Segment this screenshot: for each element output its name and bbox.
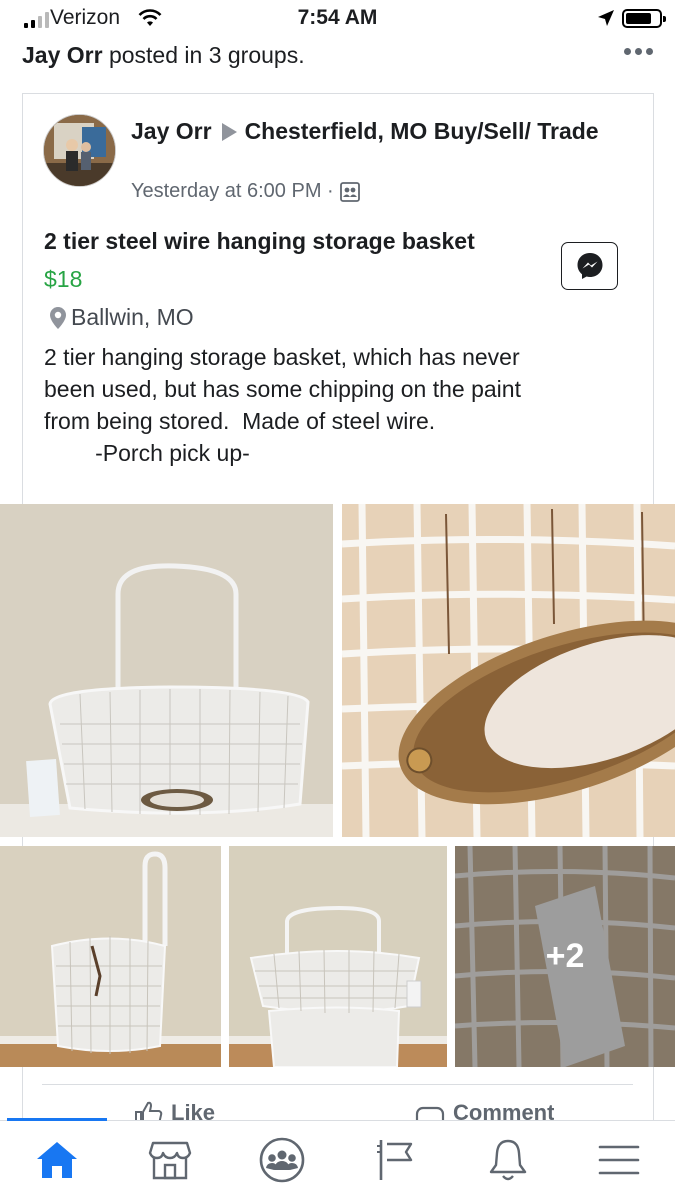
post-timestamp-row: Yesterday at 6:00 PM · xyxy=(131,180,360,203)
location-pin-icon xyxy=(50,306,66,329)
arrow-right-icon xyxy=(221,123,237,141)
more-options-icon[interactable] xyxy=(624,48,653,55)
groups-icon xyxy=(259,1137,305,1183)
tab-groups[interactable] xyxy=(257,1135,307,1185)
menu-icon xyxy=(598,1145,640,1175)
group-audience-icon xyxy=(339,181,360,202)
share-header: Jay Orr posted in 3 groups. xyxy=(22,42,305,69)
clock: 7:54 AM xyxy=(297,6,378,29)
description-line: -Porch pick up- xyxy=(44,440,250,466)
active-tab-indicator xyxy=(7,1118,107,1121)
listing-price: $18 xyxy=(44,266,83,292)
tab-home[interactable] xyxy=(32,1135,82,1185)
tab-menu[interactable] xyxy=(594,1135,644,1185)
group-name[interactable]: Chesterfield, MO Buy/Sell/ Trade xyxy=(245,118,599,144)
post-author-name[interactable]: Jay Orr xyxy=(131,118,212,144)
pages-flag-icon xyxy=(377,1140,413,1180)
description-line: 2 tier hanging storage basket, which has… xyxy=(44,344,520,370)
listing-title: 2 tier steel wire hanging storage basket xyxy=(44,228,475,254)
post-timestamp[interactable]: Yesterday at 6:00 PM · xyxy=(131,180,334,203)
avatar[interactable] xyxy=(43,114,116,187)
post-header-text: Jay Orr Chesterfield, MO Buy/Sell/ Trade xyxy=(131,116,601,147)
location-text: Ballwin, MO xyxy=(71,304,194,330)
share-author[interactable]: Jay Orr xyxy=(22,42,103,68)
tab-marketplace[interactable] xyxy=(145,1135,195,1185)
messenger-icon xyxy=(577,253,602,279)
actions-divider xyxy=(42,1084,633,1085)
listing-photo-1[interactable] xyxy=(0,504,333,837)
more-photos-overlay[interactable]: +2 xyxy=(455,846,675,1067)
location-arrow-icon xyxy=(598,10,614,26)
description-line: been used, but has some chipping on the … xyxy=(44,376,521,402)
listing-description: 2 tier hanging storage basket, which has… xyxy=(44,341,624,469)
battery-icon xyxy=(622,9,666,28)
status-bar: Verizon 7:54 AM xyxy=(0,0,675,38)
bottom-tab-bar xyxy=(0,1118,675,1200)
notifications-bell-icon xyxy=(489,1139,527,1181)
share-action-text: posted in 3 groups. xyxy=(102,42,305,68)
more-photos-count: +2 xyxy=(545,937,585,975)
home-icon xyxy=(37,1142,77,1178)
message-seller-button[interactable] xyxy=(561,242,618,290)
listing-photo-5[interactable]: +2 xyxy=(455,846,675,1067)
listing-photo-2[interactable] xyxy=(342,504,675,837)
listing-location: Ballwin, MO xyxy=(49,304,194,331)
description-line: from being stored. Made of steel wire. xyxy=(44,408,436,434)
listing-photo-3[interactable] xyxy=(0,846,221,1067)
listing-photo-4[interactable] xyxy=(229,846,447,1067)
marketplace-icon xyxy=(148,1141,192,1180)
tab-notifications[interactable] xyxy=(483,1135,533,1185)
tab-pages[interactable] xyxy=(370,1135,420,1185)
